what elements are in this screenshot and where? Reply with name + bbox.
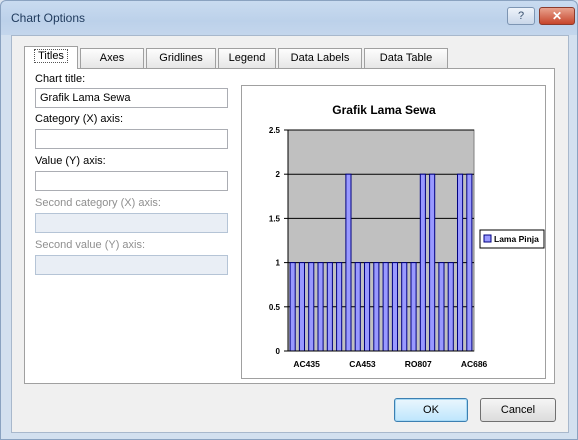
x-tick-label: AC686: [461, 359, 488, 369]
bar: [354, 262, 361, 352]
chart-options-dialog: Chart Options ? ✕ Titles Axes Gridlines …: [0, 0, 578, 440]
second-value-axis-field: [35, 255, 228, 275]
titles-panel: Chart title: Category (X) axis: Value (Y…: [24, 68, 555, 384]
chart-title-label: Chart title:: [35, 73, 86, 85]
close-button[interactable]: ✕: [539, 7, 575, 25]
x-tick-label: CA453: [349, 359, 376, 369]
category-x-axis-label: Category (X) axis:: [35, 113, 124, 125]
bar: [419, 173, 426, 352]
bar: [345, 173, 352, 352]
y-tick-label: 0.5: [269, 303, 281, 312]
bar: [456, 173, 464, 352]
bar: [429, 173, 436, 352]
bar: [298, 262, 306, 352]
bar: [326, 262, 333, 352]
second-category-axis-field: [35, 213, 228, 233]
bar: [317, 262, 324, 352]
bar: [391, 262, 399, 352]
value-y-axis-field[interactable]: [35, 171, 228, 191]
bar: [382, 262, 389, 352]
chart-title: Grafik Lama Sewa: [332, 103, 436, 117]
bar: [466, 173, 473, 352]
y-tick-label: 2: [276, 170, 281, 179]
bar: [308, 262, 315, 352]
y-tick-label: 1: [276, 259, 281, 268]
bar: [373, 262, 380, 352]
help-button[interactable]: ?: [507, 7, 535, 25]
bar: [363, 262, 371, 352]
ok-button[interactable]: OK: [394, 398, 468, 422]
tab-legend[interactable]: Legend: [218, 48, 276, 68]
bar: [447, 262, 454, 352]
bar: [289, 262, 296, 352]
bar: [438, 262, 445, 352]
second-value-axis-label: Second value (Y) axis:: [35, 239, 146, 251]
dialog-client-area: Titles Axes Gridlines Legend Data Labels…: [11, 35, 569, 433]
title-bar: Chart Options ? ✕: [1, 1, 577, 35]
bar: [410, 262, 417, 352]
x-tick-label: AC435: [293, 359, 320, 369]
value-y-axis-label: Value (Y) axis:: [35, 155, 106, 167]
legend-label: Lama Pinja: [494, 234, 539, 244]
tab-data-labels[interactable]: Data Labels: [278, 48, 362, 68]
tab-axes[interactable]: Axes: [80, 48, 144, 68]
y-tick-label: 2.5: [269, 126, 281, 135]
category-x-axis-field[interactable]: [35, 129, 228, 149]
window-title: Chart Options: [11, 11, 86, 25]
chart-title-field[interactable]: [35, 88, 228, 108]
chart-preview: Grafik Lama Sewa 0 0.5 1 1.5 2 2.5 AC435 CA453 RO…: [241, 85, 546, 379]
chart-preview-svg: Grafik Lama Sewa 0 0.5 1 1.5 2 2.5 AC435 CA453 RO…: [269, 103, 545, 369]
x-tick-label: RO807: [405, 359, 432, 369]
legend-swatch: [483, 234, 492, 243]
bar: [336, 262, 343, 352]
tab-data-table[interactable]: Data Table: [364, 48, 448, 68]
y-tick-label: 1.5: [269, 214, 281, 223]
y-tick-label: 0: [276, 347, 281, 356]
tab-gridlines[interactable]: Gridlines: [146, 48, 216, 68]
second-category-axis-label: Second category (X) axis:: [35, 197, 161, 209]
plot-area: [287, 129, 475, 352]
cancel-button[interactable]: Cancel: [480, 398, 556, 422]
tab-titles[interactable]: Titles: [24, 46, 78, 69]
bar: [401, 262, 408, 352]
